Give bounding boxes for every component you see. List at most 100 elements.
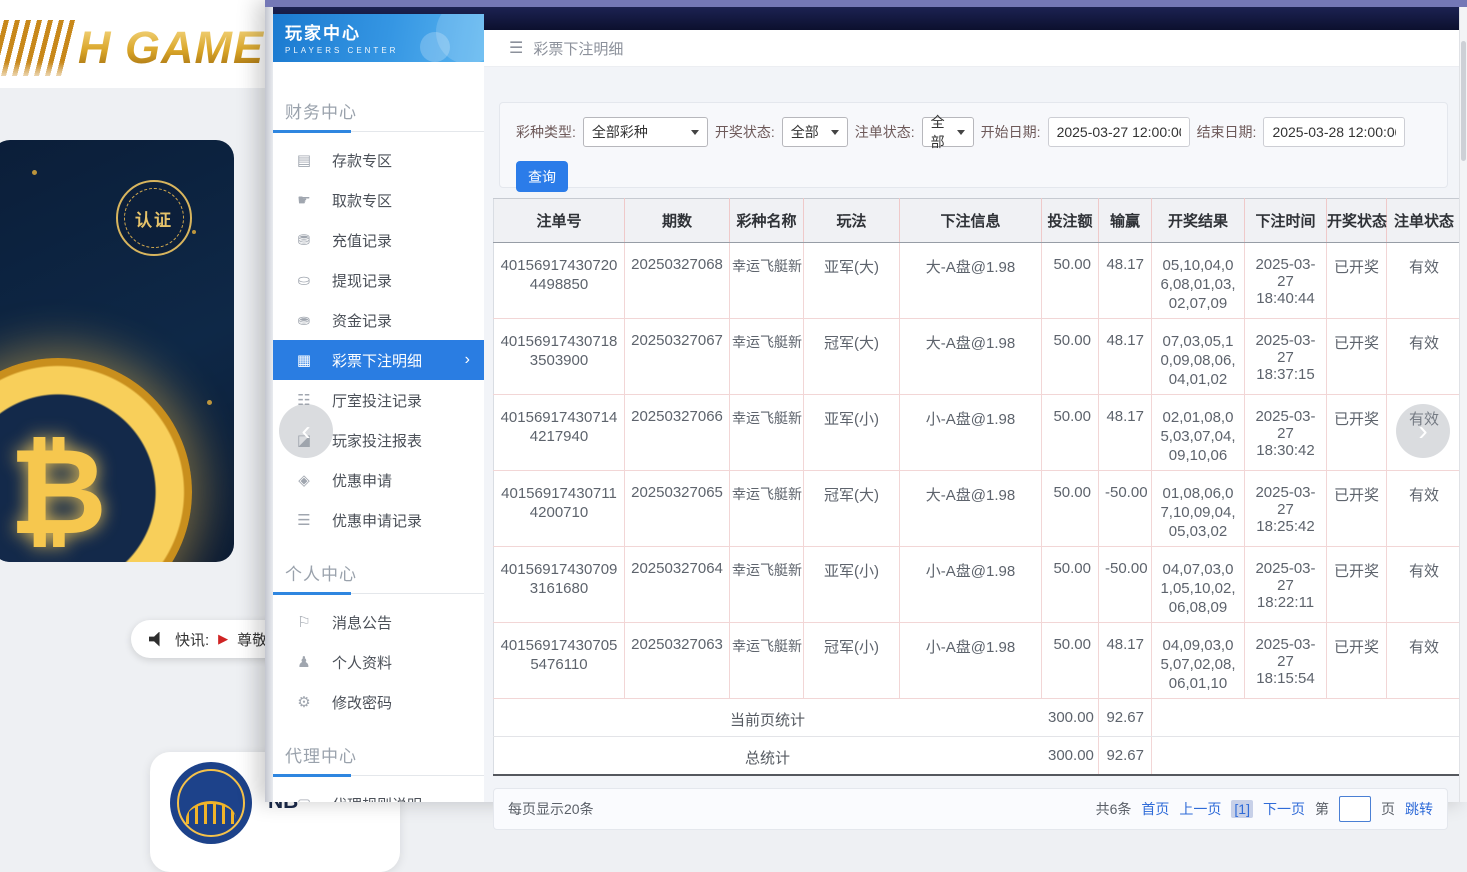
end-date-label: 结束日期: bbox=[1197, 122, 1257, 142]
draw-status-select[interactable]: 全部 bbox=[782, 117, 848, 147]
cell-bet-no: 401569174307183503900 bbox=[494, 319, 625, 395]
sidebar-item-label: 修改密码 bbox=[332, 692, 392, 713]
lottery-type-select[interactable]: 全部彩种 bbox=[583, 117, 708, 147]
cell-bet-info: 大-A盘@1.98 bbox=[900, 243, 1042, 319]
sidebar-item-label: 厅室投注记录 bbox=[332, 390, 422, 411]
person-icon: ♟ bbox=[295, 653, 313, 671]
sidebar-item-label: 存款专区 bbox=[332, 150, 392, 171]
sidebar-item-profile[interactable]: ♟个人资料 bbox=[273, 642, 484, 682]
section-title: 财务中心 bbox=[273, 92, 484, 132]
cell-draw-status: 已开奖 bbox=[1327, 319, 1387, 395]
sidebar-header: 玩家中心 PLAYERS CENTER bbox=[273, 14, 484, 62]
cell-draw-result: 07,03,05,10,09,08,06,04,01,02 bbox=[1152, 319, 1245, 395]
cell-lottery-name: 幸运飞艇新 bbox=[730, 471, 804, 547]
gift-icon: ◈ bbox=[295, 471, 313, 489]
order-status-select[interactable]: 全部 bbox=[922, 117, 974, 147]
sidebar-item-funds-records[interactable]: ⛂资金记录 bbox=[273, 300, 484, 340]
sidebar-item-deposit-zone[interactable]: ▤ 存款专区 bbox=[273, 140, 484, 180]
cell-draw-result: 05,10,04,06,08,01,03,02,07,09 bbox=[1152, 243, 1245, 319]
sidebar-item-promo-apply[interactable]: ◈ 优惠申请 bbox=[273, 460, 484, 500]
cell-bet-time: 2025-03-27 18:22:11 bbox=[1245, 547, 1327, 623]
cell-period: 20250327064 bbox=[625, 547, 730, 623]
col-header-bet-amount: 投注额 bbox=[1042, 199, 1099, 243]
sidebar-item-messages[interactable]: ⚐消息公告 bbox=[273, 602, 484, 642]
speaker-icon bbox=[149, 632, 166, 647]
page-header: ☰ 彩票下注明细 bbox=[484, 30, 1467, 67]
table-body: 40156917430720449885020250327068幸运飞艇新亚军(… bbox=[494, 243, 1462, 699]
cell-order-status: 有效 bbox=[1387, 547, 1462, 623]
sidebar-item-label: 优惠申请 bbox=[332, 470, 392, 491]
cell-draw-status: 已开奖 bbox=[1327, 395, 1387, 471]
cell-bet-time: 2025-03-27 18:15:54 bbox=[1245, 623, 1327, 699]
cell-draw-result: 02,01,08,05,03,07,04,09,10,06 bbox=[1152, 395, 1245, 471]
cell-lottery-name: 幸运飞艇新 bbox=[730, 395, 804, 471]
total-stats-bet-total: 300.00 bbox=[1042, 737, 1099, 775]
cell-bet-info: 小-A盘@1.98 bbox=[900, 547, 1042, 623]
sidebar-item-change-password[interactable]: ⚙修改密码 bbox=[273, 682, 484, 722]
jump-suffix-label: 页 bbox=[1381, 799, 1395, 819]
sidebar-item-promo-apply-records[interactable]: ☰优惠申请记录 bbox=[273, 500, 484, 540]
sidebar-item-label: 充值记录 bbox=[332, 230, 392, 251]
cell-win-loss: -50.00 bbox=[1099, 547, 1152, 623]
cell-bet-info: 小-A盘@1.98 bbox=[900, 395, 1042, 471]
first-page-link[interactable]: 首页 bbox=[1141, 799, 1169, 819]
logo-text: H GAME bbox=[78, 22, 264, 74]
select-arrow-icon bbox=[831, 130, 839, 135]
table-row: 40156917430718350390020250327067幸运飞艇新冠军(… bbox=[494, 319, 1462, 395]
cell-draw-status: 已开奖 bbox=[1327, 623, 1387, 699]
table-row: 40156917430705547611020250327063幸运飞艇新冠军(… bbox=[494, 623, 1462, 699]
collapse-left-button[interactable]: ‹ bbox=[279, 404, 333, 458]
page-number-input[interactable] bbox=[1339, 796, 1371, 822]
cell-period: 20250327065 bbox=[625, 471, 730, 547]
sidebar-item-withdrawal-records[interactable]: ⛀提现记录 bbox=[273, 260, 484, 300]
decor-dot bbox=[207, 400, 212, 405]
sidebar-item-lottery-bet-details[interactable]: ▦彩票下注明细› bbox=[273, 340, 484, 380]
cell-bet-amount: 50.00 bbox=[1042, 395, 1099, 471]
cell-draw-status: 已开奖 bbox=[1327, 471, 1387, 547]
top-purple-bar bbox=[265, 0, 1467, 7]
sidebar-item-recharge-records[interactable]: ⛃充值记录 bbox=[273, 220, 484, 260]
page-title: 彩票下注明细 bbox=[533, 38, 623, 59]
ticker-label: 快讯: bbox=[175, 629, 209, 650]
cell-win-loss: 48.17 bbox=[1099, 319, 1152, 395]
col-header-lottery-name: 彩种名称 bbox=[730, 199, 804, 243]
start-date-input[interactable] bbox=[1048, 117, 1190, 147]
col-header-win-loss: 输赢 bbox=[1099, 199, 1152, 243]
cell-order-status: 有效 bbox=[1387, 319, 1462, 395]
page-stats-bet-total: 300.00 bbox=[1042, 699, 1099, 737]
lottery-type-value: 全部彩种 bbox=[592, 122, 648, 142]
cell-draw-status: 已开奖 bbox=[1327, 243, 1387, 319]
cell-win-loss: 48.17 bbox=[1099, 395, 1152, 471]
hamburger-icon[interactable]: ☰ bbox=[509, 38, 523, 58]
sidebar-item-label: 彩票下注明细 bbox=[332, 350, 422, 371]
jump-link[interactable]: 跳转 bbox=[1405, 799, 1433, 819]
col-header-period: 期数 bbox=[625, 199, 730, 243]
col-header-bet-info: 下注信息 bbox=[900, 199, 1042, 243]
order-status-label: 注单状态: bbox=[855, 122, 915, 142]
query-button[interactable]: 查询 bbox=[516, 161, 568, 192]
scrollbar-thumb[interactable] bbox=[1461, 41, 1466, 161]
next-page-link[interactable]: 下一页 bbox=[1263, 799, 1305, 819]
cell-bet-info: 大-A盘@1.98 bbox=[900, 319, 1042, 395]
document-icon: ▢ bbox=[295, 795, 313, 802]
bitcoin-symbol: ₿ bbox=[9, 423, 107, 561]
scrollbar[interactable] bbox=[1459, 7, 1467, 802]
cell-bet-amount: 50.00 bbox=[1042, 319, 1099, 395]
list-detail-icon: ▦ bbox=[295, 351, 313, 369]
deposit-card-icon: ▤ bbox=[295, 151, 313, 169]
end-date-input[interactable] bbox=[1263, 117, 1405, 147]
draw-status-label: 开奖状态: bbox=[715, 122, 775, 142]
collapse-right-button[interactable]: › bbox=[1396, 404, 1450, 458]
total-stats-filler bbox=[1152, 737, 1462, 775]
ticker-flag-icon: ▶ bbox=[218, 631, 228, 647]
warriors-logo-icon bbox=[170, 762, 252, 844]
sidebar-item-agent-rules[interactable]: ▢代理规则说明 bbox=[273, 784, 484, 802]
cell-bet-no: 401569174307055476110 bbox=[494, 623, 625, 699]
decor-dot bbox=[32, 170, 37, 175]
sidebar-item-label: 玩家投注报表 bbox=[332, 430, 422, 451]
pagination-bar: 每页显示20条 共6条 首页 上一页 [1] 下一页 第 页 跳转 bbox=[493, 788, 1448, 830]
filter-panel: 彩种类型: 全部彩种 开奖状态: 全部 注单状态: 全部 bbox=[499, 102, 1448, 188]
prev-page-link[interactable]: 上一页 bbox=[1179, 799, 1221, 819]
sidebar-item-withdraw-zone[interactable]: ☛取款专区 bbox=[273, 180, 484, 220]
bitcoin-coin-icon: ₿ bbox=[0, 358, 192, 562]
